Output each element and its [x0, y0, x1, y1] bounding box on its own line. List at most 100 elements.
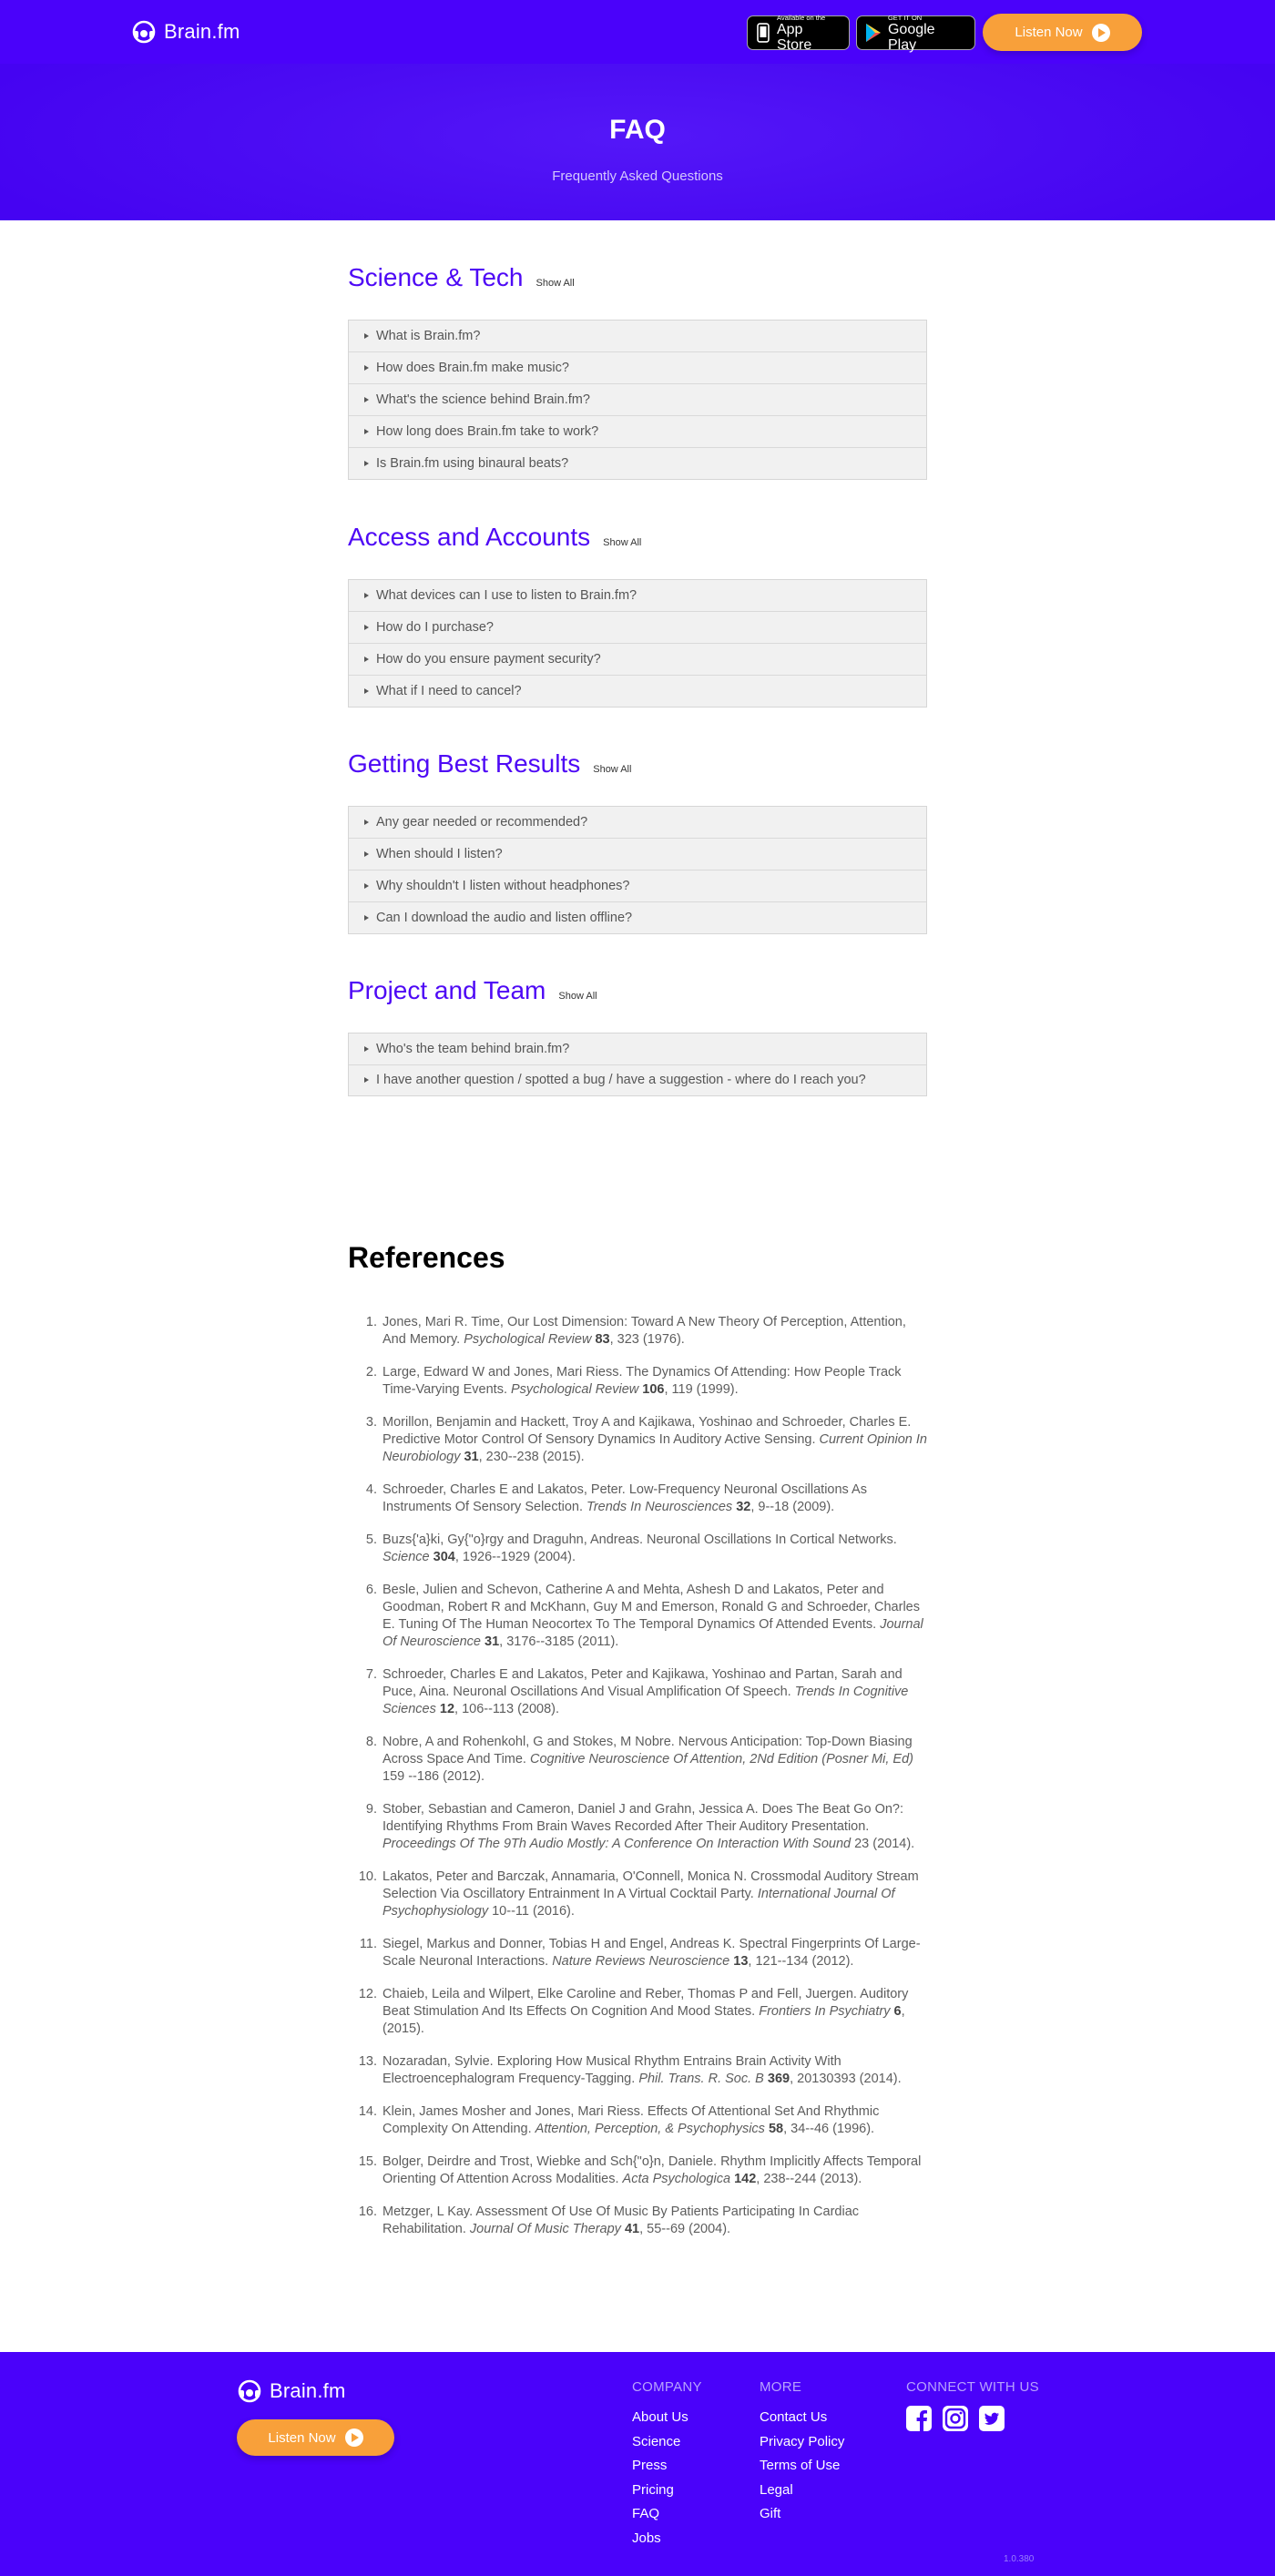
footer-link-privacy-policy[interactable]: Privacy Policy — [760, 2430, 844, 2455]
google-play-button[interactable]: GET IT ON Google Play — [856, 14, 975, 53]
reference-journal: Trends In Neurosciences — [586, 1500, 733, 1514]
reference-text: Schroeder, Charles E and Lakatos, Peter … — [382, 1666, 931, 1718]
faq-question[interactable]: I have another question / spotted a bug … — [349, 1064, 926, 1095]
faq-question[interactable]: What devices can I use to listen to Brai… — [349, 580, 926, 611]
faq-question[interactable]: What is Brain.fm? — [349, 321, 926, 351]
footer-link-legal[interactable]: Legal — [760, 2479, 844, 2503]
triangle-right-icon — [364, 688, 369, 694]
facebook-icon[interactable] — [906, 2406, 932, 2431]
reference-journal: Nature Reviews Neuroscience — [552, 1954, 730, 1969]
reference-pages-year: , 121--134 (2012). — [748, 1954, 854, 1969]
show-all-link[interactable]: Show All — [593, 764, 631, 775]
app-store-button[interactable]: Available on the App Store — [747, 14, 850, 53]
reference-number: 13. — [358, 2054, 377, 2069]
triangle-right-icon — [364, 883, 369, 889]
triangle-right-icon — [364, 593, 369, 598]
reference-journal: Journal Of Music Therapy — [469, 2222, 621, 2236]
reference-pages-year: , 1926--1929 (2004). — [454, 1550, 576, 1564]
footer-link-faq[interactable]: FAQ — [632, 2502, 702, 2527]
footer-brand-logo[interactable]: Brain.fm — [237, 2378, 346, 2404]
faq-question[interactable]: When should I listen? — [349, 838, 926, 870]
reference-number: 5. — [365, 1532, 377, 1547]
footer-link-terms-of-use[interactable]: Terms of Use — [760, 2454, 844, 2479]
faq-question[interactable]: How does Brain.fm make music? — [349, 351, 926, 383]
reference-item: 13. Nozaradan, Sylvie. Exploring How Musi… — [348, 2053, 931, 2088]
reference-authors-title: Buzs{'a}ki, Gy{"o}rgy and Draguhn, Andre… — [382, 1532, 897, 1547]
footer-link-about-us[interactable]: About Us — [632, 2406, 702, 2430]
faq-question[interactable]: Can I download the audio and listen offl… — [349, 901, 926, 933]
faq-question[interactable]: How do you ensure payment security? — [349, 643, 926, 675]
page-title: FAQ — [609, 115, 666, 145]
footer-link-contact-us[interactable]: Contact Us — [760, 2406, 844, 2430]
reference-number: 7. — [365, 1667, 377, 1682]
triangle-right-icon — [364, 397, 369, 402]
faq-question[interactable]: What if I need to cancel? — [349, 675, 926, 707]
footer-column-heading: MORE — [760, 2379, 802, 2395]
reference-text: Siegel, Markus and Donner, Tobias H and … — [382, 1936, 931, 1970]
listen-now-button[interactable]: Listen Now — [983, 14, 1142, 51]
instagram-icon[interactable] — [943, 2406, 968, 2431]
reference-volume: 13 — [733, 1954, 749, 1969]
faq-question[interactable]: Who's the team behind brain.fm? — [349, 1033, 926, 1064]
listen-now-label: Listen Now — [1015, 25, 1083, 40]
reference-number: 12. — [358, 1987, 377, 2001]
faq-question[interactable]: Why shouldn't I listen without headphone… — [349, 870, 926, 901]
brand-logo[interactable]: Brain.fm — [131, 20, 240, 44]
reference-authors-title: Stober, Sebastian and Cameron, Daniel J … — [382, 1802, 904, 1834]
google-play-icon — [865, 24, 881, 42]
faq-section-science-tech: Science & Tech Show All What is Brain.fm… — [348, 263, 927, 480]
faq-section-best-results: Getting Best Results Show All Any gear n… — [348, 749, 927, 934]
faq-question[interactable]: Any gear needed or recommended? — [349, 807, 926, 838]
apple-icon — [757, 23, 770, 43]
reference-pages-year: , 119 (1999). — [664, 1382, 739, 1397]
section-title: Science & Tech — [348, 263, 524, 291]
section-title: Getting Best Results — [348, 749, 581, 778]
reference-text: Besle, Julien and Schevon, Catherine A a… — [382, 1582, 931, 1651]
show-all-link[interactable]: Show All — [536, 278, 575, 289]
question-list: What is Brain.fm? How does Brain.fm make… — [348, 320, 927, 480]
references-heading: References — [348, 1241, 505, 1274]
triangle-right-icon — [364, 657, 369, 662]
social-links — [906, 2406, 1039, 2431]
show-all-link[interactable]: Show All — [603, 537, 641, 548]
triangle-right-icon — [364, 365, 369, 371]
reference-volume: 142 — [734, 2172, 757, 2186]
reference-item: 5. Buzs{'a}ki, Gy{"o}rgy and Draguhn, And… — [348, 1532, 931, 1566]
show-all-link[interactable]: Show All — [558, 991, 597, 1002]
faq-question[interactable]: What's the science behind Brain.fm? — [349, 383, 926, 415]
footer-link-pricing[interactable]: Pricing — [632, 2479, 702, 2503]
faq-section-access-accounts: Access and Accounts Show All What device… — [348, 523, 927, 708]
reference-text: Bolger, Deirdre and Trost, Wiebke and Sc… — [382, 2153, 931, 2188]
reference-text: Stober, Sebastian and Cameron, Daniel J … — [382, 1801, 931, 1853]
faq-question[interactable]: Is Brain.fm using binaural beats? — [349, 447, 926, 479]
reference-volume: 106 — [642, 1382, 665, 1397]
twitter-icon[interactable] — [979, 2406, 1005, 2431]
reference-pages-year: , 323 (1976). — [609, 1332, 685, 1347]
reference-pages-year: 10--11 (2016). — [488, 1904, 575, 1919]
footer-listen-now-button[interactable]: Listen Now — [237, 2419, 394, 2456]
reference-text: Klein, James Mosher and Jones, Mari Ries… — [382, 2103, 931, 2138]
reference-journal: Cognitive Neuroscience Of Attention, 2Nd… — [530, 1752, 913, 1767]
reference-text: Morillon, Benjamin and Hackett, Troy A a… — [382, 1414, 931, 1466]
triangle-right-icon — [364, 429, 369, 434]
faq-question[interactable]: How long does Brain.fm take to work? — [349, 415, 926, 447]
reference-pages-year: , 55--69 (2004). — [639, 2222, 731, 2236]
footer-link-jobs[interactable]: Jobs — [632, 2527, 702, 2551]
page-subtitle: Frequently Asked Questions — [552, 168, 723, 184]
reference-journal: Psychological Review — [464, 1332, 592, 1347]
reference-text: Lakatos, Peter and Barczak, Annamaria, O… — [382, 1868, 931, 1920]
footer-link-press[interactable]: Press — [632, 2454, 702, 2479]
footer-link-gift[interactable]: Gift — [760, 2502, 844, 2527]
faq-question[interactable]: How do I purchase? — [349, 611, 926, 643]
footer-link-science[interactable]: Science — [632, 2430, 702, 2455]
reference-text: Nobre, A and Rohenkohl, G and Stokes, M … — [382, 1734, 931, 1786]
footer-company-column: COMPANY About Us Science Press Pricing F… — [632, 2379, 702, 2551]
google-play-big-text: Google Play — [887, 21, 935, 53]
reference-number: 16. — [358, 2204, 377, 2219]
triangle-right-icon — [364, 1046, 369, 1052]
footer-brand-name: Brain.fm — [270, 2379, 346, 2402]
triangle-right-icon — [364, 851, 369, 857]
reference-journal: Science — [382, 1550, 430, 1564]
faq-section-project-team: Project and Team Show All Who's the team… — [348, 976, 927, 1096]
reference-item: 16. Metzger, L Kay. Assessment Of Use Of … — [348, 2204, 931, 2238]
